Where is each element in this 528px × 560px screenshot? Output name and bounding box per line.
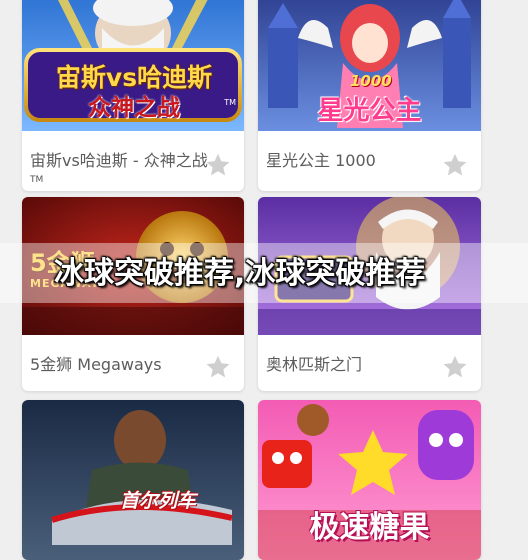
thumbnail-title: 星光公主 <box>317 96 422 126</box>
game-card-seoul-train[interactable]: 首尔列车 <box>22 400 244 560</box>
star-icon <box>443 153 467 176</box>
thumbnail-title: 首尔列车 <box>120 490 197 512</box>
game-thumbnail[interactable]: 宙斯vs哈迪斯 众神之战 TM <box>22 0 244 131</box>
thumbnail-trademark: TM <box>224 98 236 107</box>
game-thumbnail[interactable]: 首尔列车 <box>22 400 244 560</box>
star-icon <box>206 355 230 378</box>
game-card-sugar-rush[interactable]: 极速糖果 <box>258 400 481 560</box>
game-card-zeus-vs-hades[interactable]: 宙斯vs哈迪斯 众神之战 TM 宙斯vs哈迪斯 - 众神之战 TM <box>22 0 244 191</box>
game-title[interactable]: 奥林匹斯之门 <box>266 354 437 376</box>
favorite-button[interactable] <box>441 151 469 179</box>
favorite-button[interactable] <box>204 353 232 381</box>
favorite-button[interactable] <box>441 353 469 381</box>
game-title-trademark: TM <box>30 175 44 185</box>
thumbnail-subtitle: 众神之战 <box>88 95 180 121</box>
banner-text: 冰球突破推荐,冰球突破推荐 <box>54 256 426 291</box>
thumbnail-title: 极速糖果 <box>309 510 430 545</box>
game-thumbnail[interactable]: 1000 星光公主 <box>258 0 481 131</box>
game-title[interactable]: 宙斯vs哈迪斯 - 众神之战 <box>30 150 208 172</box>
game-title[interactable]: 星光公主 1000 <box>266 150 437 172</box>
favorite-button[interactable] <box>204 151 232 179</box>
star-icon <box>443 355 467 378</box>
game-title[interactable]: 5金狮 Megaways <box>30 354 200 376</box>
star-icon <box>206 153 230 176</box>
thumbnail-badge: 1000 <box>350 72 392 90</box>
game-thumbnail[interactable]: 极速糖果 <box>258 400 481 560</box>
game-card-starlight-princess[interactable]: 1000 星光公主 星光公主 1000 <box>258 0 481 191</box>
